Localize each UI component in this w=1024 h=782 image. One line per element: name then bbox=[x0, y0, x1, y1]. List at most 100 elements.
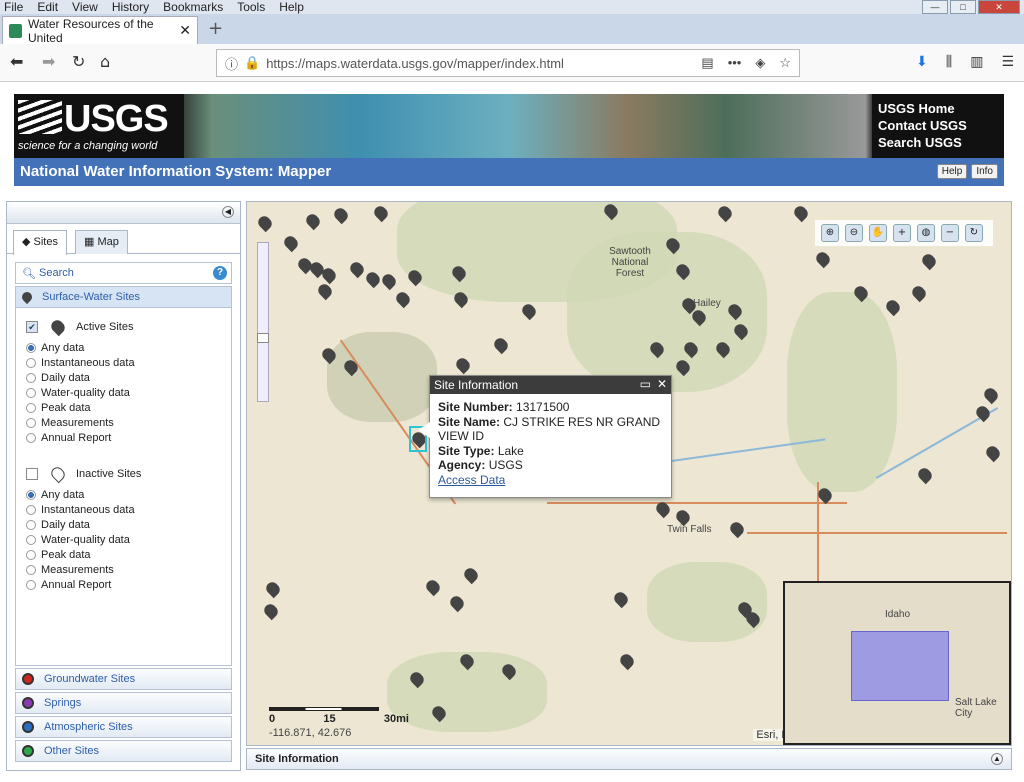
refresh-icon[interactable]: ↻ bbox=[965, 224, 983, 242]
maximize-popup-icon[interactable]: ▭ bbox=[640, 377, 651, 391]
zoom-slider[interactable] bbox=[257, 242, 269, 402]
zoom-out-box-icon[interactable]: ⊖ bbox=[845, 224, 863, 242]
site-marker[interactable] bbox=[281, 233, 301, 253]
usgs-logo[interactable]: USGS science for a changing world bbox=[14, 94, 184, 158]
tab-map[interactable]: ▦ Map bbox=[75, 230, 128, 254]
site-marker[interactable] bbox=[453, 355, 473, 375]
site-marker[interactable] bbox=[883, 297, 903, 317]
menu-help[interactable]: Help bbox=[279, 0, 304, 14]
site-marker[interactable] bbox=[617, 651, 637, 671]
site-marker[interactable] bbox=[263, 579, 283, 599]
site-marker[interactable] bbox=[379, 271, 399, 291]
active-option-water-quality[interactable]: Water-quality data bbox=[26, 385, 221, 400]
radio-button[interactable] bbox=[26, 387, 36, 398]
inactive-option-peak[interactable]: Peak data bbox=[26, 547, 221, 562]
active-option-daily[interactable]: Daily data bbox=[26, 370, 221, 385]
radio-button[interactable] bbox=[26, 402, 36, 413]
site-marker[interactable] bbox=[909, 283, 929, 303]
more-actions-icon[interactable]: ••• bbox=[728, 55, 742, 71]
inactive-option-daily[interactable]: Daily data bbox=[26, 517, 221, 532]
site-marker[interactable] bbox=[611, 589, 631, 609]
site-marker[interactable] bbox=[791, 203, 811, 223]
link-contact-usgs[interactable]: Contact USGS bbox=[878, 117, 1004, 134]
active-option-instantaneous[interactable]: Instantaneous data bbox=[26, 355, 221, 370]
radio-button[interactable] bbox=[26, 534, 36, 545]
site-marker[interactable] bbox=[813, 249, 833, 269]
active-option-measurements[interactable]: Measurements bbox=[26, 415, 221, 430]
pocket-icon[interactable]: ◈ bbox=[755, 55, 765, 71]
site-marker[interactable] bbox=[347, 259, 367, 279]
forward-icon[interactable]: ➡ bbox=[42, 52, 55, 71]
site-marker[interactable] bbox=[491, 335, 511, 355]
zoom-out-icon[interactable]: − bbox=[941, 224, 959, 242]
inactive-option-measurements[interactable]: Measurements bbox=[26, 562, 221, 577]
radio-button[interactable] bbox=[26, 342, 36, 353]
overview-extent-box[interactable] bbox=[851, 631, 949, 701]
site-marker[interactable] bbox=[363, 269, 383, 289]
access-data-link[interactable]: Access Data bbox=[438, 473, 663, 488]
active-option-annual-report[interactable]: Annual Report bbox=[26, 430, 221, 445]
radio-button[interactable] bbox=[26, 417, 36, 428]
close-tab-icon[interactable]: ✕ bbox=[179, 22, 191, 39]
full-extent-globe-icon[interactable]: ◍ bbox=[917, 224, 935, 242]
minimize-button[interactable]: — bbox=[922, 0, 948, 14]
bookmark-star-icon[interactable]: ☆ bbox=[779, 55, 791, 71]
link-search-usgs[interactable]: Search USGS bbox=[878, 134, 1004, 151]
inactive-option-water-quality[interactable]: Water-quality data bbox=[26, 532, 221, 547]
download-icon[interactable]: ⬇ bbox=[916, 54, 928, 70]
menu-hamburger-icon[interactable]: ☰ bbox=[1001, 54, 1014, 70]
info-icon[interactable]: ⓘ bbox=[225, 54, 238, 73]
menu-bookmarks[interactable]: Bookmarks bbox=[163, 0, 223, 14]
site-marker[interactable] bbox=[447, 593, 467, 613]
site-info-panel[interactable]: Site Information ▲ bbox=[246, 748, 1012, 770]
maximize-button[interactable]: □ bbox=[950, 0, 976, 14]
radio-button[interactable] bbox=[26, 579, 36, 590]
url-bar[interactable]: ⓘ 🔒 https://maps.waterdata.usgs.gov/mapp… bbox=[216, 49, 800, 77]
other-sites-header[interactable]: Other Sites bbox=[15, 740, 232, 762]
menu-tools[interactable]: Tools bbox=[237, 0, 265, 14]
site-marker[interactable] bbox=[727, 519, 747, 539]
radio-button[interactable] bbox=[26, 432, 36, 443]
close-window-button[interactable]: ✕ bbox=[978, 0, 1020, 14]
home-icon[interactable]: ⌂ bbox=[100, 52, 110, 71]
inactive-option-annual-report[interactable]: Annual Report bbox=[26, 577, 221, 592]
menu-edit[interactable]: Edit bbox=[37, 0, 58, 14]
browser-tab[interactable]: Water Resources of the United ✕ bbox=[2, 16, 198, 45]
radio-button[interactable] bbox=[26, 372, 36, 383]
radio-button[interactable] bbox=[26, 519, 36, 530]
menu-view[interactable]: View bbox=[72, 0, 98, 14]
reload-icon[interactable]: ↻ bbox=[72, 52, 85, 71]
radio-button[interactable] bbox=[26, 564, 36, 575]
menu-history[interactable]: History bbox=[112, 0, 149, 14]
site-marker[interactable] bbox=[519, 301, 539, 321]
site-marker[interactable] bbox=[331, 205, 351, 225]
springs-header[interactable]: Springs bbox=[15, 692, 232, 714]
tab-sites[interactable]: ◆ Sites bbox=[13, 230, 67, 255]
site-marker[interactable] bbox=[715, 203, 735, 223]
site-marker[interactable] bbox=[423, 577, 443, 597]
site-marker[interactable] bbox=[919, 251, 939, 271]
site-marker[interactable] bbox=[255, 213, 275, 233]
site-marker[interactable] bbox=[371, 203, 391, 223]
site-marker[interactable] bbox=[303, 211, 323, 231]
site-marker[interactable] bbox=[261, 601, 281, 621]
reader-view-icon[interactable]: ▤ bbox=[701, 55, 713, 71]
atmospheric-sites-header[interactable]: Atmospheric Sites bbox=[15, 716, 232, 738]
radio-button[interactable] bbox=[26, 357, 36, 368]
zoom-in-box-icon[interactable]: ⊕ bbox=[821, 224, 839, 242]
surface-water-header[interactable]: Surface-Water Sites bbox=[15, 286, 232, 308]
inactive-sites-checkbox[interactable] bbox=[26, 468, 38, 480]
active-option-peak[interactable]: Peak data bbox=[26, 400, 221, 415]
radio-button[interactable] bbox=[26, 489, 36, 500]
new-tab-icon[interactable]: + bbox=[208, 18, 223, 39]
radio-button[interactable] bbox=[26, 549, 36, 560]
help-button[interactable]: Help bbox=[936, 164, 968, 179]
inactive-option-instantaneous[interactable]: Instantaneous data bbox=[26, 502, 221, 517]
menu-file[interactable]: File bbox=[4, 0, 23, 14]
zoom-slider-thumb[interactable] bbox=[257, 333, 269, 343]
site-marker[interactable] bbox=[393, 289, 413, 309]
close-popup-icon[interactable]: ✕ bbox=[657, 377, 667, 391]
site-marker[interactable] bbox=[983, 443, 1003, 463]
radio-button[interactable] bbox=[26, 504, 36, 515]
collapse-panel-icon[interactable]: ◀ bbox=[222, 206, 234, 218]
